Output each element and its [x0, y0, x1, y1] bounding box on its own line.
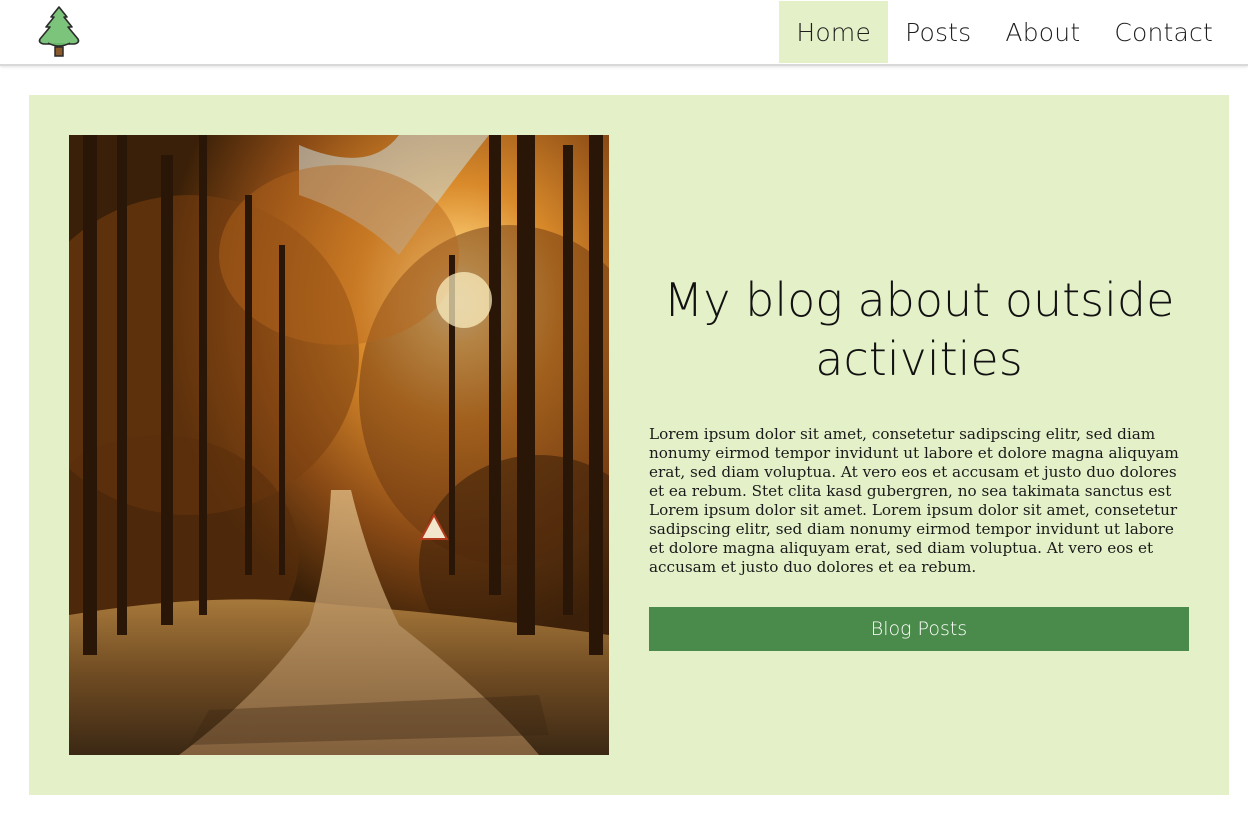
page-title: My blog about outside activities: [663, 273, 1175, 386]
hero-section: My blog about outside activities Lorem i…: [29, 95, 1229, 795]
blog-posts-button[interactable]: Blog Posts: [649, 607, 1189, 651]
forest-path-photo: [69, 135, 609, 755]
navbar: Home Posts About Contact: [0, 0, 1248, 66]
intro-paragraph: Lorem ipsum dolor sit amet, consetetur s…: [649, 425, 1179, 576]
nav-contact[interactable]: Contact: [1097, 1, 1230, 63]
main-nav: Home Posts About Contact: [779, 1, 1230, 63]
pine-tree-icon[interactable]: [36, 5, 82, 57]
hero-content: My blog about outside activities Lorem i…: [649, 95, 1189, 795]
nav-about[interactable]: About: [988, 1, 1097, 63]
nav-home[interactable]: Home: [779, 1, 889, 63]
nav-posts[interactable]: Posts: [888, 1, 988, 63]
forest-path-illustration: [69, 135, 609, 755]
